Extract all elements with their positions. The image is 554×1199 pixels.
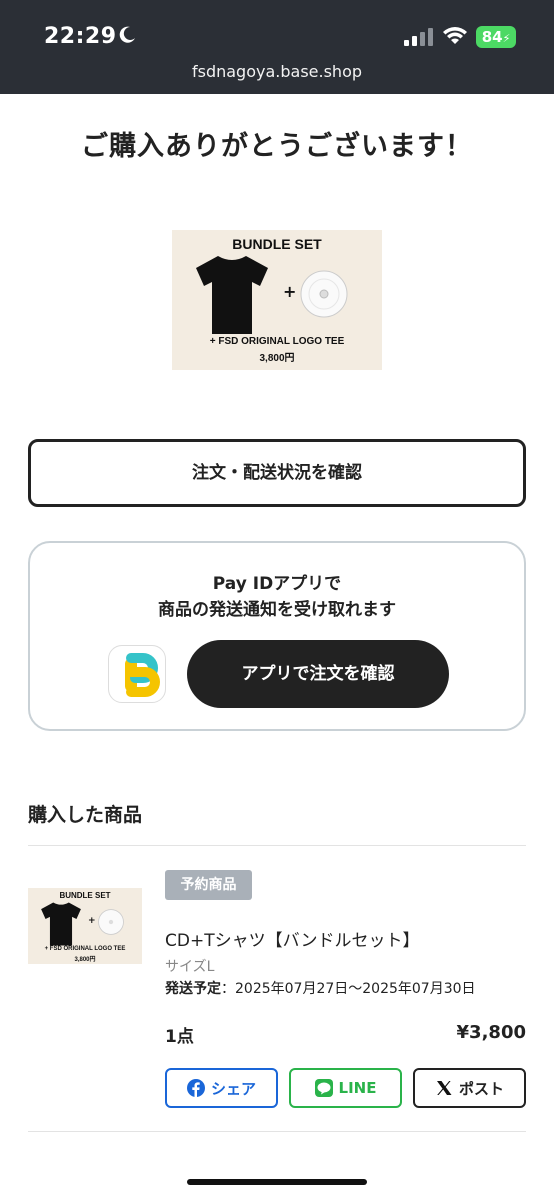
tshirt-icon [41,902,81,946]
item-size: サイズL [165,959,215,975]
line-icon [314,1079,333,1097]
cd-disc-icon [300,270,348,318]
item-name[interactable]: CD+Tシャツ【バンドルセット】 [165,926,419,951]
thumb-price: 3,800円 [74,957,96,963]
payid-card: Pay IDアプリで 商品の発送通知を受け取れます アプリで注文を確認 [28,541,526,731]
thumb-title: BUNDLE SET [59,891,111,900]
payid-description: 商品の発送通知を受け取れます [158,600,396,620]
cd-disc-icon [98,909,124,935]
open-app-button[interactable]: アプリで注文を確認 [187,640,449,708]
facebook-icon [186,1079,205,1097]
home-indicator [187,1179,367,1185]
item-quantity: 1点 [165,1027,194,1047]
item-shipping-schedule: 発送予定：2025年07月27日〜2025年07月30日 [165,978,476,998]
item-thumbnail[interactable]: BUNDLE SET + + FSD ORIGINAL LOGO TEE 3,8… [28,888,142,964]
shipping-dates: ：2025年07月27日〜2025年07月30日 [221,981,476,997]
x-post-button[interactable]: ポスト [413,1068,526,1108]
line-share-button[interactable]: LINE [289,1068,402,1108]
line-share-label: LINE [338,1079,377,1097]
purchased-section-title: 購入した商品 [28,804,143,826]
payid-app-icon[interactable] [108,645,166,703]
product-hero-image: BUNDLE SET + + FSD ORIGINAL LOGO TEE 3,8… [172,230,382,370]
facebook-share-button[interactable]: シェア [165,1068,278,1108]
preorder-badge: 予約商品 [165,870,252,900]
plus-sign: + [283,282,297,301]
thumb-tee-label: + FSD ORIGINAL LOGO TEE [44,946,126,952]
hero-image-tee-label: + FSD ORIGINAL LOGO TEE [209,336,345,347]
charging-icon: ⚡ [502,32,511,45]
order-status-button[interactable]: 注文・配送状況を確認 [28,439,526,507]
payid-logo-icon [125,653,160,697]
battery-indicator: 84⚡ [476,26,516,48]
facebook-share-label: シェア [210,1079,256,1098]
browser-top-bar: 22:29 84⚡ fsdnagoya.base.shop [0,0,554,94]
x-logo-icon [436,1081,452,1095]
hero-image-price: 3,800円 [259,353,295,364]
tshirt-icon [196,256,268,334]
shipping-label: 発送予定 [165,981,221,997]
x-post-label: ポスト [458,1079,504,1098]
item-price: ¥3,800 [456,1022,526,1043]
status-time: 22:29 [44,24,117,49]
moon-icon [119,26,135,43]
divider [28,845,526,846]
battery-level: 84 [481,28,503,46]
cellular-signal-icon [404,28,433,46]
wifi-icon [443,27,467,44]
plus-sign: + [88,916,96,926]
page-title: ご購入ありがとうございます！ [81,131,473,162]
url-bar[interactable]: fsdnagoya.base.shop [0,62,554,81]
divider [28,1131,526,1132]
payid-heading: Pay IDアプリで [212,574,342,594]
hero-image-title: BUNDLE SET [232,236,322,252]
